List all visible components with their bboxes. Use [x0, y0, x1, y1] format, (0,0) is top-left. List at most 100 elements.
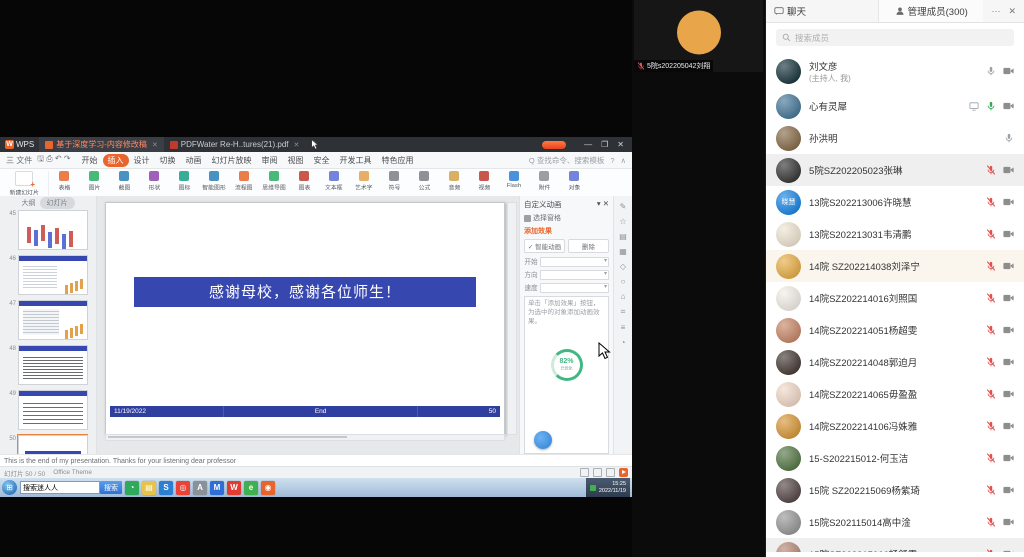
menu-tab[interactable]: 安全 — [309, 154, 335, 167]
field-dropdown[interactable] — [540, 283, 609, 293]
slide-thumbnail[interactable]: 50 — [8, 435, 88, 455]
camera-icon[interactable] — [1003, 358, 1014, 366]
camera-icon[interactable] — [1003, 550, 1014, 552]
search-input[interactable]: 搜索成员 — [776, 29, 1014, 46]
ribbon-button[interactable]: 图表 — [289, 171, 319, 192]
camera-icon[interactable] — [1003, 294, 1014, 302]
mic-icon[interactable] — [986, 357, 996, 367]
taskbar-app-icon[interactable]: ◎ — [176, 481, 190, 495]
camera-icon[interactable] — [1003, 326, 1014, 334]
animation-list[interactable]: 单击「添加效果」按钮，为选中的对象添加动画效果。 82% 已优化 — [524, 296, 609, 454]
search-command-input[interactable]: Q 查找命令、搜索模板 — [529, 155, 604, 166]
file-menu[interactable]: 三 文件 — [6, 155, 32, 166]
menu-tab[interactable]: 开发工具 — [335, 154, 377, 167]
taskbar-app-icon[interactable]: ◉ — [261, 481, 275, 495]
ribbon-button[interactable]: 附件 — [529, 171, 559, 192]
side-tab-icon[interactable]: ◔ — [621, 338, 626, 347]
member-row[interactable]: 14院SZ202214051杨超雯 — [766, 314, 1024, 346]
member-row[interactable]: 5院SZ202205023张琳 — [766, 154, 1024, 186]
menu-tab[interactable]: 幻灯片放映 — [207, 154, 257, 167]
ribbon-button[interactable]: 艺术字 — [349, 171, 379, 192]
menu-tab[interactable]: 视图 — [283, 154, 309, 167]
taskbar-search-input[interactable] — [20, 481, 100, 494]
menu-tab[interactable]: 开始 — [77, 154, 103, 167]
camera-icon[interactable] — [1003, 102, 1014, 110]
taskbar-search-button[interactable]: 搜索 — [100, 481, 122, 494]
tray-antivirus-icon[interactable] — [590, 485, 596, 491]
camera-icon[interactable] — [1003, 390, 1014, 398]
side-tab-icon[interactable]: ☆ — [619, 217, 626, 226]
more-options-icon[interactable]: ··· — [991, 6, 1000, 16]
new-slide-button[interactable]: 新建幻灯片 — [2, 171, 49, 197]
slide-page[interactable]: 感谢母校，感谢各位师生！ 11/19/2022 End 50 — [105, 202, 505, 435]
participant-video-tile[interactable]: 5院s202205042刘翔 — [634, 0, 763, 72]
member-row[interactable]: 刘文彦 (主持人, 我) — [766, 52, 1024, 90]
wps-vip-button[interactable] — [542, 141, 566, 149]
ribbon-button[interactable]: 图标 — [169, 171, 199, 192]
mic-icon[interactable] — [1004, 133, 1014, 143]
ribbon-button[interactable]: 符号 — [379, 171, 409, 192]
member-row[interactable]: 孙洪明 — [766, 122, 1024, 154]
camera-icon[interactable] — [1003, 198, 1014, 206]
taskbar-app-icon[interactable]: ◔ — [125, 481, 139, 495]
member-row[interactable]: 14院 SZ202214038刘泽宁 — [766, 250, 1024, 282]
taskbar-app-icon[interactable]: A — [193, 481, 207, 495]
rail-tab[interactable]: 幻灯片 — [40, 197, 75, 209]
field-dropdown[interactable] — [540, 257, 609, 267]
member-row[interactable]: 15-S202215012-何玉洁 — [766, 442, 1024, 474]
minimize-button[interactable]: — — [584, 140, 592, 149]
slide-thumbnail[interactable]: 46 — [8, 255, 88, 295]
mic-icon[interactable] — [986, 66, 996, 76]
slideshow-view-icon[interactable] — [619, 468, 628, 477]
rail-tab[interactable]: 大纲 — [22, 198, 36, 208]
member-row[interactable]: 14院SZ202214048郭迫月 — [766, 346, 1024, 378]
mic-icon[interactable] — [986, 517, 996, 527]
ribbon-button[interactable]: 对象 — [559, 171, 589, 192]
mic-icon[interactable] — [986, 229, 996, 239]
ribbon-button[interactable]: 表格 — [49, 171, 79, 192]
slide-title-banner[interactable]: 感谢母校，感谢各位师生！ — [134, 277, 476, 307]
doc-tab-presentation[interactable]: 基于深度学习-内容修改稿 ✕ — [39, 137, 164, 152]
side-tab-icon[interactable]: ▦ — [619, 247, 627, 256]
side-tab-icon[interactable]: ▤ — [619, 232, 627, 241]
doc-tab-pdf[interactable]: PDFWater Re-H..tures(21).pdf ✕ — [164, 137, 306, 152]
side-tab-icon[interactable]: ⌗ — [621, 307, 626, 317]
pane-pin-icon[interactable]: ▾ — [597, 199, 601, 208]
member-row[interactable]: 15院S202115014高中淦 — [766, 506, 1024, 538]
menu-tab[interactable]: 插入 — [103, 154, 129, 167]
mic-icon[interactable] — [986, 261, 996, 271]
camera-icon[interactable] — [1003, 262, 1014, 270]
delete-animation-button[interactable]: 删除 — [568, 239, 609, 253]
camera-icon[interactable] — [1003, 422, 1014, 430]
field-dropdown[interactable] — [540, 270, 609, 280]
camera-icon[interactable] — [1003, 166, 1014, 174]
side-tab-icon[interactable]: ◇ — [620, 262, 626, 271]
ribbon-button[interactable]: 图片 — [79, 171, 109, 192]
taskbar-app-icon[interactable]: M — [210, 481, 224, 495]
horizontal-scrollbar[interactable] — [105, 434, 505, 441]
close-tab-icon[interactable]: ✕ — [294, 141, 300, 149]
menu-tab[interactable]: 设计 — [129, 154, 155, 167]
ribbon-button[interactable]: 公式 — [409, 171, 439, 192]
slide-canvas[interactable]: 感谢母校，感谢各位师生！ 11/19/2022 End 50 — [97, 196, 519, 455]
menu-tab[interactable]: 动画 — [181, 154, 207, 167]
mic-icon[interactable] — [986, 325, 996, 335]
sorter-view-icon[interactable] — [593, 468, 602, 477]
mic-icon[interactable] — [986, 453, 996, 463]
collapse-ribbon-icon[interactable]: ∧ — [621, 156, 627, 165]
mic-icon[interactable] — [986, 421, 996, 431]
menu-tab[interactable]: 审阅 — [257, 154, 283, 167]
taskbar-clock[interactable]: 15:25 2022/11/19 — [599, 481, 626, 494]
camera-icon[interactable] — [1003, 518, 1014, 526]
menu-tab[interactable]: 切换 — [155, 154, 181, 167]
ribbon-button[interactable]: 思维导图 — [259, 171, 289, 192]
vertical-scrollbar[interactable] — [507, 202, 517, 435]
mic-icon[interactable] — [986, 101, 996, 111]
side-tab-icon[interactable]: ≡ — [621, 323, 626, 332]
ribbon-button[interactable]: 流程图 — [229, 171, 259, 192]
member-row[interactable]: 14院SZ202214016刘照国 — [766, 282, 1024, 314]
member-row[interactable]: 心有灵犀 — [766, 90, 1024, 122]
slide-thumbnail[interactable]: 45 — [8, 210, 88, 250]
taskbar-app-icon[interactable]: ▤ — [142, 481, 156, 495]
pane-close-icon[interactable]: ✕ — [603, 199, 609, 208]
